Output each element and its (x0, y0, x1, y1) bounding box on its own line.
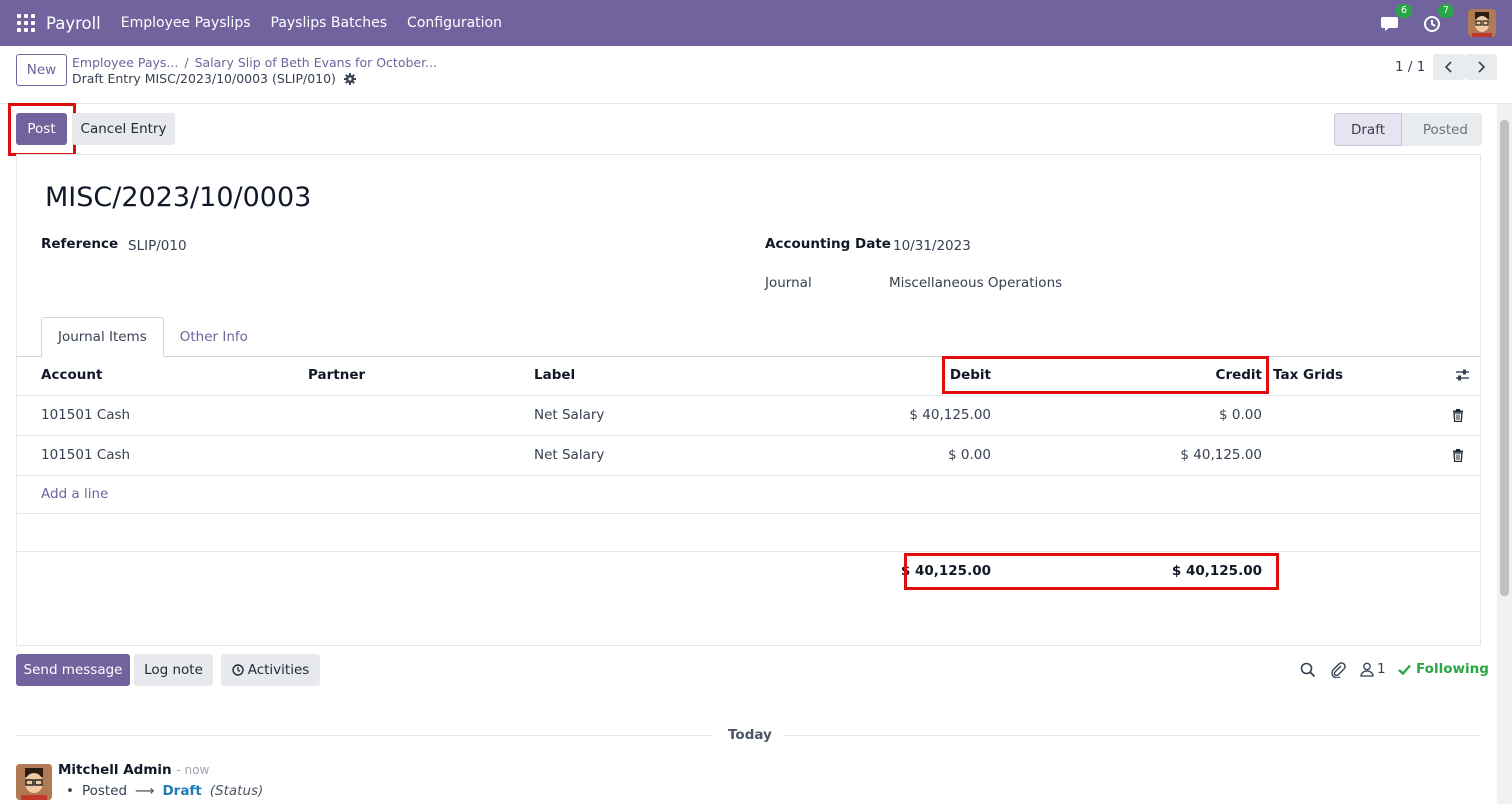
add-line-link[interactable]: Add a line (41, 486, 108, 502)
clock-icon (232, 664, 244, 676)
column-tax-grids[interactable]: Tax Grids (1273, 367, 1343, 383)
row1-account[interactable]: 101501 Cash (41, 407, 130, 423)
messages-badge: 6 (1396, 4, 1412, 18)
highlight-totals (904, 553, 1279, 590)
pager-next-button[interactable] (1465, 54, 1497, 80)
optional-columns-icon[interactable] (1455, 368, 1470, 382)
check-icon (1398, 664, 1411, 675)
row-divider (17, 395, 1480, 396)
row2-account[interactable]: 101501 Cash (41, 447, 130, 463)
status-posted[interactable]: Posted (1402, 113, 1482, 146)
followers-count[interactable]: 1 (1377, 661, 1386, 677)
pager-previous-button[interactable] (1433, 54, 1465, 80)
trash-icon[interactable] (1452, 449, 1464, 462)
bullet: • (66, 783, 74, 799)
user-avatar[interactable] (1468, 9, 1496, 37)
row-divider (17, 551, 1480, 552)
row1-label[interactable]: Net Salary (534, 407, 604, 423)
status-draft[interactable]: Draft (1334, 113, 1402, 146)
send-message-button[interactable]: Send message (16, 654, 130, 686)
top-navbar: Payroll Employee Payslips Payslips Batch… (0, 0, 1512, 46)
row2-credit[interactable]: $ 40,125.00 (1142, 447, 1262, 463)
new-button[interactable]: New (16, 54, 67, 86)
menu-payslips-batches[interactable]: Payslips Batches (261, 15, 398, 31)
search-icon[interactable] (1300, 662, 1316, 678)
reference-label: Reference (41, 236, 119, 252)
activities-clock-icon[interactable]: 7 (1422, 4, 1454, 34)
control-panel: New Employee Pays... / Salary Slip of Beth… (0, 46, 1512, 104)
highlight-post (8, 103, 76, 156)
log-note-button[interactable]: Log note (134, 654, 213, 686)
messages-icon[interactable]: 6 (1380, 4, 1412, 34)
message-time: - now (176, 763, 210, 777)
current-record: Draft Entry MISC/2023/10/0003 (SLIP/010) (72, 71, 356, 86)
row1-debit[interactable]: $ 40,125.00 (871, 407, 991, 423)
author-avatar[interactable] (16, 764, 52, 800)
column-label[interactable]: Label (534, 367, 575, 383)
row1-credit[interactable]: $ 0.00 (1142, 407, 1262, 423)
author-name[interactable]: Mitchell Admin (58, 762, 172, 778)
row-divider (17, 475, 1480, 476)
scrollbar[interactable] (1497, 104, 1512, 804)
breadcrumb-salary-slip[interactable]: Salary Slip of Beth Evans for October... (195, 55, 437, 70)
journal-field[interactable]: Miscellaneous Operations (889, 275, 1062, 291)
tracking-value: • Posted ⟶ Draft (Status) (66, 783, 263, 799)
breadcrumb: Employee Pays... / Salary Slip of Beth Eva… (72, 55, 437, 70)
tab-other-info[interactable]: Other Info (164, 317, 264, 357)
app-brand[interactable]: Payroll (46, 14, 101, 33)
tracking-field: (Status) (209, 783, 264, 799)
column-partner[interactable]: Partner (308, 367, 365, 383)
date-separator-line (16, 735, 712, 736)
row2-label[interactable]: Net Salary (534, 447, 604, 463)
row2-debit[interactable]: $ 0.00 (871, 447, 991, 463)
accounting-date-field[interactable]: 10/31/2023 (893, 238, 971, 254)
row-divider (17, 513, 1480, 514)
notebook-tabs: Journal Items Other Info (41, 317, 264, 357)
row-divider (17, 435, 1480, 436)
paperclip-icon[interactable] (1330, 661, 1346, 678)
journal-label: Journal (765, 275, 812, 291)
record-title: Draft Entry MISC/2023/10/0003 (SLIP/010) (72, 71, 336, 86)
menu-employee-payslips[interactable]: Employee Payslips (111, 15, 261, 31)
status-bar: Draft Posted (1334, 113, 1482, 146)
chevron-left-icon (1444, 61, 1452, 73)
reference-field[interactable]: SLIP/010 (128, 238, 187, 254)
trash-icon[interactable] (1452, 409, 1464, 422)
activities-badge: 7 (1438, 4, 1454, 18)
breadcrumb-employee-payslips[interactable]: Employee Pays... (72, 55, 178, 70)
chevron-right-icon (1478, 61, 1486, 73)
column-account[interactable]: Account (41, 367, 102, 383)
following-label: Following (1416, 661, 1489, 677)
accounting-date-label: Accounting Date (765, 236, 891, 252)
cancel-entry-button[interactable]: Cancel Entry (72, 113, 175, 145)
tab-journal-items[interactable]: Journal Items (41, 317, 164, 357)
arrow-right-icon: ⟶ (135, 783, 155, 799)
pager-value[interactable]: 1 / 1 (1395, 59, 1425, 75)
activities-label: Activities (247, 662, 310, 678)
apps-menu-icon[interactable] (17, 14, 35, 32)
entry-name: MISC/2023/10/0003 (45, 182, 312, 213)
tracking-new-value: Draft (162, 783, 202, 799)
date-separator-line (784, 735, 1481, 736)
menu-configuration[interactable]: Configuration (397, 15, 512, 31)
date-separator: Today (728, 727, 772, 743)
activities-button[interactable]: Activities (221, 654, 320, 686)
breadcrumb-separator: / (184, 55, 189, 70)
following-button[interactable]: Following (1398, 661, 1489, 677)
highlight-debit-credit-header (942, 356, 1269, 394)
gear-icon[interactable] (343, 72, 356, 85)
message-author: Mitchell Admin - now (58, 762, 209, 778)
followers-icon[interactable] (1360, 662, 1374, 677)
tracking-old-value: Posted (81, 783, 128, 799)
scroll-thumb[interactable] (1500, 120, 1509, 596)
